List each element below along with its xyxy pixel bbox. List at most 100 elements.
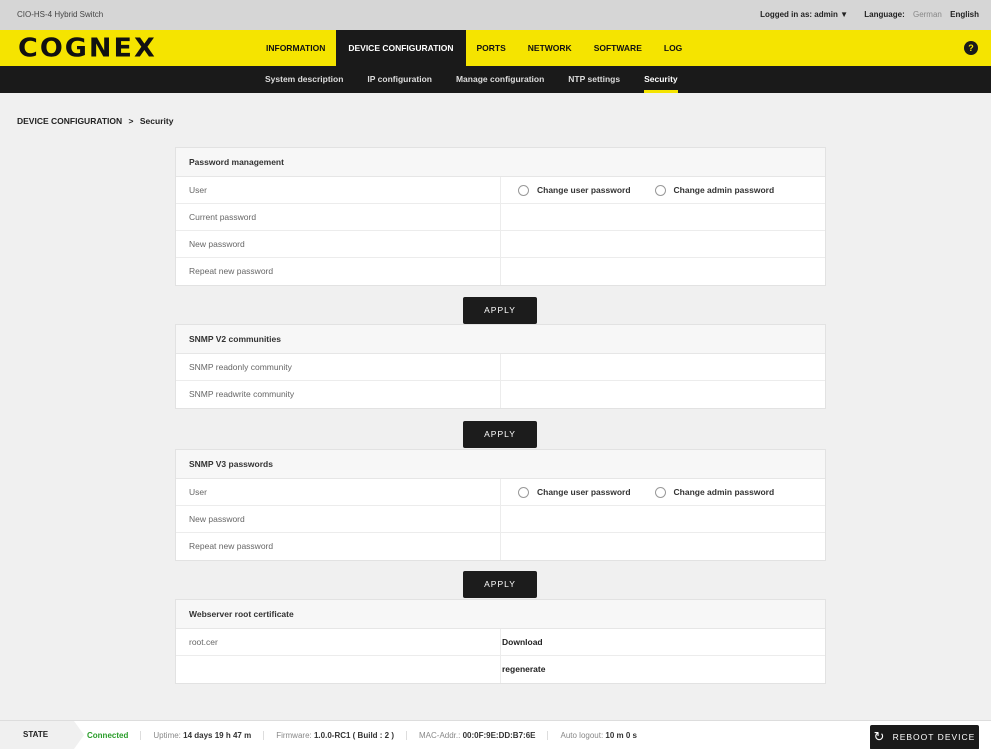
breadcrumb: DEVICE CONFIGURATION > Security [17, 116, 173, 126]
panel-title: SNMP V3 passwords [176, 450, 825, 479]
mac-address: MAC-Addr.: 00:0F:9E:DD:B7:6E [407, 730, 549, 740]
auto-logout-label: Auto logout: [560, 730, 604, 740]
v3-repeat-password-row: Repeat new password [176, 533, 825, 560]
language-label: Language: [864, 10, 905, 19]
v3-new-password-label: New password [176, 506, 501, 532]
repeat-password-row: Repeat new password [176, 258, 825, 285]
state-label: STATE [0, 721, 84, 749]
root-cert-label: root.cer [176, 629, 501, 655]
snmp-readonly-input[interactable] [501, 354, 825, 380]
user-label: User [176, 177, 501, 203]
snmp-readwrite-input[interactable] [501, 381, 825, 407]
v3-new-password-row: New password [176, 506, 825, 533]
radio-v3-change-admin-password[interactable]: Change admin password [654, 479, 775, 506]
regenerate-row: regenerate [176, 656, 825, 683]
nav-network[interactable]: NETWORK [517, 30, 583, 66]
apply-snmp-v3-button[interactable]: APPLY [463, 571, 537, 598]
refresh-icon: ↻ [873, 730, 886, 745]
download-link[interactable]: Download [501, 637, 543, 647]
radio-label: Change admin password [673, 185, 775, 195]
logged-in-label: Logged in as: [760, 10, 813, 19]
nav-log[interactable]: LOG [653, 30, 693, 66]
v3-new-password-input[interactable] [501, 506, 825, 532]
empty-label [176, 656, 501, 683]
mac-label: MAC-Addr.: [419, 730, 461, 740]
radio-label: Change user password [537, 185, 631, 195]
v3-repeat-password-input[interactable] [501, 533, 825, 559]
firmware: Firmware: 1.0.0-RC1 ( Build : 2 ) [264, 730, 407, 740]
apply-password-button[interactable]: APPLY [463, 297, 537, 324]
main-nav: INFORMATION DEVICE CONFIGURATION PORTS N… [255, 30, 693, 66]
repeat-password-input[interactable] [501, 258, 825, 284]
current-password-label: Current password [176, 204, 501, 230]
snmp-v3-panel: SNMP V3 passwords User Change user passw… [175, 449, 826, 561]
subnav-manage-configuration[interactable]: Manage configuration [444, 66, 556, 93]
radio-v3-change-user-password[interactable]: Change user password [518, 479, 631, 506]
panel-title: SNMP V2 communities [176, 325, 825, 354]
uptime-value: 14 days 19 h 47 m [183, 730, 252, 740]
snmp-readwrite-label: SNMP readwrite community [176, 381, 501, 408]
snmp-v2-panel: SNMP V2 communities SNMP readonly commun… [175, 324, 826, 409]
user-row: User Change user password Change admin p… [176, 177, 825, 204]
subnav-ntp-settings[interactable]: NTP settings [556, 66, 632, 93]
language-english[interactable]: English [950, 10, 979, 19]
radio-circle[interactable] [518, 487, 529, 498]
v3-user-row: User Change user password Change admin p… [176, 479, 825, 506]
uptime: Uptime: 14 days 19 h 47 m [141, 730, 265, 740]
auto-logout: Auto logout: 10 m 0 s [548, 731, 649, 740]
mac-value: 00:0F:9E:DD:B7:6E [462, 730, 536, 740]
nav-device-configuration[interactable]: DEVICE CONFIGURATION [336, 30, 466, 66]
user-menu[interactable]: admin ▼ [814, 10, 848, 19]
new-password-row: New password [176, 231, 825, 258]
snmp-readwrite-row: SNMP readwrite community [176, 381, 825, 408]
status-bar: STATE Connected Uptime: 14 days 19 h 47 … [0, 720, 991, 749]
nav-ports[interactable]: PORTS [466, 30, 517, 66]
subnav-security[interactable]: Security [632, 66, 690, 93]
radio-circle[interactable] [654, 185, 666, 196]
radio-change-user-password[interactable]: Change user password [518, 177, 631, 204]
cognex-logo: COGNEX [18, 33, 157, 64]
help-icon[interactable]: ? [964, 41, 978, 55]
top-bar: CIO-HS-4 Hybrid Switch Logged in as: adm… [0, 0, 991, 30]
webserver-certificate-panel: Webserver root certificate root.cer Down… [175, 599, 826, 684]
breadcrumb-section[interactable]: DEVICE CONFIGURATION [17, 116, 122, 126]
language-switcher: Language: German English [864, 10, 979, 19]
radio-circle[interactable] [518, 185, 529, 196]
v3-password-type-radio-group: Change user password Change admin passwo… [501, 479, 825, 506]
password-type-radio-group: Change user password Change admin passwo… [501, 177, 825, 204]
firmware-value: 1.0.0-RC1 ( Build : 2 ) [313, 730, 394, 740]
breadcrumb-separator: > [128, 116, 134, 126]
radio-label: Change user password [537, 487, 631, 497]
connection-status: Connected [87, 730, 142, 740]
firmware-label: Firmware: [276, 730, 312, 740]
radio-label: Change admin password [673, 487, 775, 497]
radio-change-admin-password[interactable]: Change admin password [654, 177, 775, 204]
current-password-row: Current password [176, 204, 825, 231]
login-info[interactable]: Logged in as: admin ▼ [760, 10, 848, 19]
radio-circle[interactable] [654, 487, 666, 498]
device-name: CIO-HS-4 Hybrid Switch [17, 10, 104, 19]
subnav-ip-configuration[interactable]: IP configuration [355, 66, 444, 93]
current-password-input[interactable] [501, 204, 825, 230]
auto-logout-value: 10 m 0 s [605, 730, 637, 740]
new-password-label: New password [176, 231, 501, 257]
apply-snmp-v2-button[interactable]: APPLY [463, 421, 537, 448]
snmp-readonly-row: SNMP readonly community [176, 354, 825, 381]
snmp-readonly-label: SNMP readonly community [176, 354, 501, 380]
language-german[interactable]: German [913, 10, 942, 19]
reboot-device-button[interactable]: ↻ REBOOT DEVICE [870, 725, 979, 749]
breadcrumb-page: Security [139, 116, 174, 126]
root-cert-row: root.cer Download [176, 629, 825, 656]
subnav-system-description[interactable]: System description [253, 66, 355, 93]
brand-bar: COGNEX INFORMATION DEVICE CONFIGURATION … [0, 30, 991, 66]
nav-information[interactable]: INFORMATION [255, 30, 336, 66]
repeat-password-label: Repeat new password [176, 258, 501, 285]
v3-user-label: User [176, 479, 501, 505]
sub-nav: System description IP configuration Mana… [0, 66, 991, 93]
new-password-input[interactable] [501, 231, 825, 257]
panel-title: Password management [176, 148, 825, 177]
reboot-label: REBOOT DEVICE [892, 732, 976, 742]
password-management-panel: Password management User Change user pas… [175, 147, 826, 286]
nav-software[interactable]: SOFTWARE [583, 30, 653, 66]
regenerate-link[interactable]: regenerate [501, 664, 545, 674]
